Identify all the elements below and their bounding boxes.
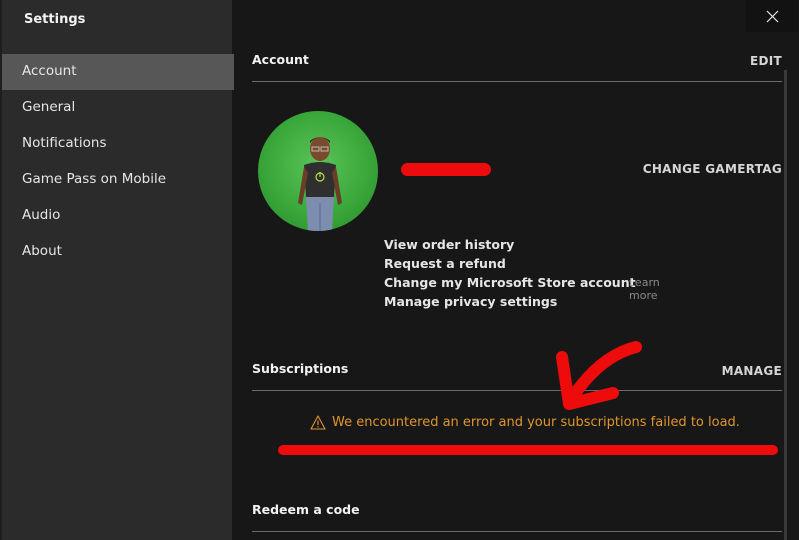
main-content: Account EDIT CHANGE GAMERTAG View order … xyxy=(252,0,782,540)
sidebar-item-account[interactable]: Account xyxy=(2,54,234,90)
change-gamertag-button[interactable]: CHANGE GAMERTAG xyxy=(643,162,782,176)
error-text: We encountered an error and your subscri… xyxy=(332,415,740,430)
sidebar-item-general[interactable]: General xyxy=(2,90,234,126)
learn-more-link[interactable]: Learn more xyxy=(629,276,660,302)
sidebar-item-game-pass-on-mobile[interactable]: Game Pass on Mobile xyxy=(2,162,234,198)
sidebar: Settings Account General Notifications G… xyxy=(0,0,234,540)
subscriptions-section-header: Subscriptions MANAGE xyxy=(252,361,782,391)
settings-title: Settings xyxy=(24,12,86,27)
subscriptions-error: We encountered an error and your subscri… xyxy=(310,415,740,430)
avatar[interactable] xyxy=(258,111,378,231)
sidebar-item-about[interactable]: About xyxy=(2,234,234,270)
manage-button[interactable]: MANAGE xyxy=(722,364,782,378)
change-store-account-link[interactable]: Change my Microsoft Store account xyxy=(384,275,636,290)
account-title: Account xyxy=(252,52,309,67)
avatar-figure xyxy=(298,137,342,231)
gamertag-redacted xyxy=(401,163,491,176)
sidebar-item-audio[interactable]: Audio xyxy=(2,198,234,234)
view-order-history-link[interactable]: View order history xyxy=(384,237,514,252)
request-refund-link[interactable]: Request a refund xyxy=(384,256,506,271)
account-section-header: Account EDIT xyxy=(252,52,782,82)
redeem-section-header: Redeem a code xyxy=(252,502,782,532)
manage-privacy-link[interactable]: Manage privacy settings xyxy=(384,294,557,309)
account-links: View order history Request a refund Chan… xyxy=(384,236,660,312)
sidebar-item-notifications[interactable]: Notifications xyxy=(2,126,234,162)
warning-icon xyxy=(310,415,326,430)
sidebar-nav: Account General Notifications Game Pass … xyxy=(2,54,234,270)
scrollbar[interactable] xyxy=(784,70,787,540)
redeem-code-title[interactable]: Redeem a code xyxy=(252,502,360,517)
edit-button[interactable]: EDIT xyxy=(750,54,782,68)
subscriptions-title: Subscriptions xyxy=(252,361,349,376)
